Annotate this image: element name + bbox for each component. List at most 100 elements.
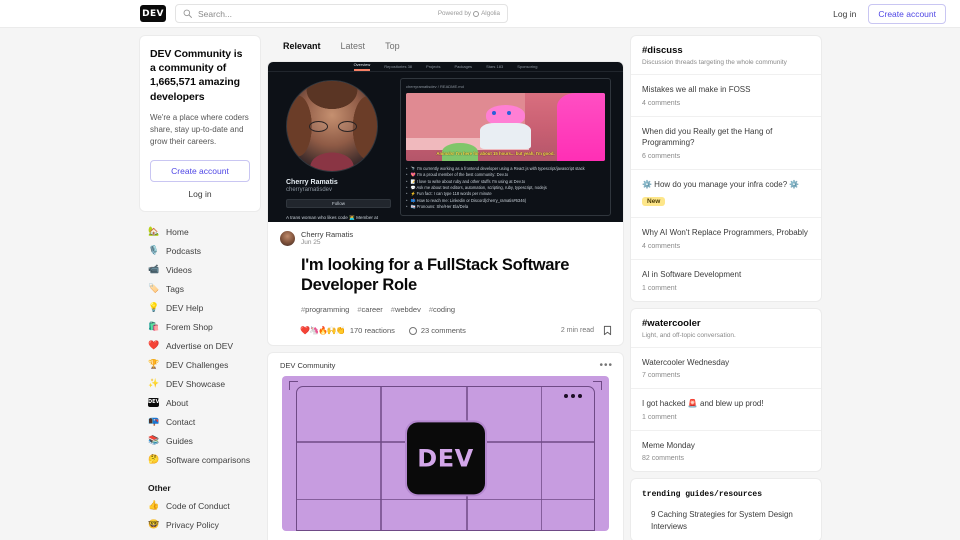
sidebar-item-advertise-on-dev[interactable]: ❤️ Advertise on DEV [140,337,260,355]
nav-emoji-icon: ✨ [148,378,160,389]
post-author-name[interactable]: Cherry Ramatis [301,230,353,239]
search-icon [183,9,192,18]
sidebar-item-code-of-conduct[interactable]: 👍 Code of Conduct [140,497,260,515]
list-item[interactable]: ⚙️ How do you manage your infra code? ⚙️… [631,168,821,218]
sidebar-item-label: About [166,397,189,408]
sidebar-item-about[interactable]: DEV About [140,394,260,412]
list-item-comments: 1 comment [642,413,677,421]
tab-latest[interactable]: Latest [334,38,373,54]
sidebar-item-label: Code of Conduct [166,500,230,511]
post-author-row: Cherry Ramatis Jun 25 [280,230,613,248]
dev-logo-text: DEV [417,443,474,472]
nav-emoji-icon: 🤔 [148,454,160,465]
list-item-title: Meme Monday [642,440,695,450]
author-avatar[interactable] [280,231,295,247]
post-tag[interactable]: #programming [301,305,349,314]
nav-emoji-icon: 🎙️ [148,245,160,256]
status-badge: New [642,197,666,207]
header-login-link[interactable]: Log in [833,9,856,19]
post-tag[interactable]: #career [357,305,382,314]
sidebar-item-label: Podcasts [166,245,201,256]
watercooler-list: Watercooler Wednesday 7 comments I got hac… [631,346,821,472]
post-card[interactable]: Overview Repositories 38 Projects Packages S… [268,62,623,346]
sidebar-item-dev-showcase[interactable]: ✨ DEV Showcase [140,375,260,393]
trending-item[interactable]: 9 Caching Strategies for System Design I… [631,501,821,540]
sidebar-item-label: Forem Shop [166,321,213,332]
algolia-icon [473,10,480,17]
post-org-name[interactable]: DEV Community [280,361,335,370]
post-comments-button[interactable]: 23 comments [408,326,466,335]
nav-emoji-icon: ❤️ [148,340,160,351]
search-input[interactable] [198,5,438,22]
sidebar-item-forem-shop[interactable]: 🛍️ Forem Shop [140,318,260,336]
discuss-list: Mistakes we all make in FOSS 4 comments Wh… [631,74,821,301]
top-header: DEV Powered by Algolia Log in Create acc… [0,0,960,28]
github-profile-tabs: Overview Repositories 38 Projects Packages S… [268,62,623,72]
watercooler-title[interactable]: #watercooler [642,318,810,329]
sidebar-item-software-comparisons[interactable]: 🤔 Software comparisons [140,451,260,469]
readme-bullet: 🏳️‍⚧️ Pronouns: She/Her Ela/Dela [406,204,605,210]
discuss-title[interactable]: #discuss [642,45,810,56]
tab-top[interactable]: Top [378,38,407,54]
trending-card: trending guides/resources 9 Caching Stra… [631,479,821,540]
list-item[interactable]: Mistakes we all make in FOSS 4 comments [631,74,821,116]
tab-relevant[interactable]: Relevant [276,38,328,54]
sidebar-item-videos[interactable]: 📹 Videos [140,261,260,279]
list-item[interactable]: Meme Monday 82 comments [631,429,821,472]
list-item-title: Why AI Won't Replace Programmers, Probab… [642,228,808,238]
readme-gif: Animals! I'm here for about 15 hours... … [406,93,605,161]
post-meta-right: 2 min read [561,325,613,336]
dev-badge-icon: DEV [148,398,160,408]
left-sidebar: DEV Community is a community of 1,665,57… [140,36,260,540]
github-avatar [286,80,378,172]
post-title[interactable]: I'm looking for a FullStack Software Dev… [301,255,613,296]
watercooler-subtitle: Light, and off-topic conversation. [642,331,736,339]
post-tag-label: coding [433,305,456,315]
sidebar-item-dev-help[interactable]: 💡 DEV Help [140,299,260,317]
sidebar-item-home[interactable]: 🏡 Home [140,223,260,241]
sidebar-item-dev-challenges[interactable]: 🏆 DEV Challenges [140,356,260,374]
sidebar-item-tags[interactable]: 🏷️ Tags [140,280,260,298]
post-org-row: DEV Community ••• [268,353,623,376]
sidebar-item-privacy-policy[interactable]: 🤓 Privacy Policy [140,516,260,534]
nav-emoji-icon: 📚 [148,435,160,446]
bookmark-icon[interactable] [602,325,613,336]
post-tag[interactable]: #coding [429,305,455,314]
list-item-title: Watercooler Wednesday [642,357,730,367]
sidebar-create-account-button[interactable]: Create account [150,159,250,182]
nav-emoji-icon: 📭 [148,416,160,427]
list-item-title: Mistakes we all make in FOSS [642,85,751,94]
welcome-description: We're a place where coders share, stay u… [150,112,249,147]
list-item[interactable]: AI in Software Development 1 comment [631,258,821,301]
post-footer: ❤️ 🦄 🔥 🙌 👏 170 reactions 23 comments 2 min r… [300,325,613,336]
list-item[interactable]: Why AI Won't Replace Programmers, Probab… [631,217,821,259]
sidebar-item-label: Advertise on DEV [166,340,234,351]
list-item-title: I got hacked 🚨 and blew up prod! [642,399,764,409]
sidebar-login-link[interactable]: Log in [150,189,250,199]
nav-emoji-icon: 🤓 [148,519,160,530]
list-item-comments: 6 comments [642,152,681,160]
post-tag[interactable]: #webdev [391,305,421,314]
sidebar-item-label: Software comparisons [166,454,251,465]
sidebar-item-podcasts[interactable]: 🎙️ Podcasts [140,242,260,260]
nav-emoji-icon: 💡 [148,302,160,313]
feed-tabs: Relevant Latest Top [268,36,623,62]
header-create-account-button[interactable]: Create account [868,3,946,24]
search-bar[interactable]: Powered by Algolia [175,4,508,23]
dev-logo[interactable]: DEV [140,5,166,22]
comment-bubble-icon [408,326,417,335]
sidebar-item-contact[interactable]: 📭 Contact [140,413,260,431]
algolia-powered-text: Powered by [437,10,472,17]
post-card[interactable]: DEV Community ••• DEV Need to stay [268,353,623,540]
sidebar-nav-other: 👍 Code of Conduct 🤓 Privacy Policy [140,497,260,534]
list-item[interactable]: I got hacked 🚨 and blew up prod! 1 commen… [631,388,821,430]
list-item[interactable]: Watercooler Wednesday 7 comments [631,346,821,389]
sidebar-item-label: Contact [166,416,196,427]
sidebar-item-guides[interactable]: 📚 Guides [140,432,260,450]
post-options-icon[interactable]: ••• [599,360,613,370]
window-dots-icon [564,394,582,399]
nav-emoji-icon: 🏡 [148,226,160,237]
list-item[interactable]: When did you Really get the Hang of Prog… [631,115,821,169]
post-reactions[interactable]: ❤️ 🦄 🔥 🙌 👏 170 reactions [300,326,395,335]
list-item-comments: 4 comments [642,99,681,107]
